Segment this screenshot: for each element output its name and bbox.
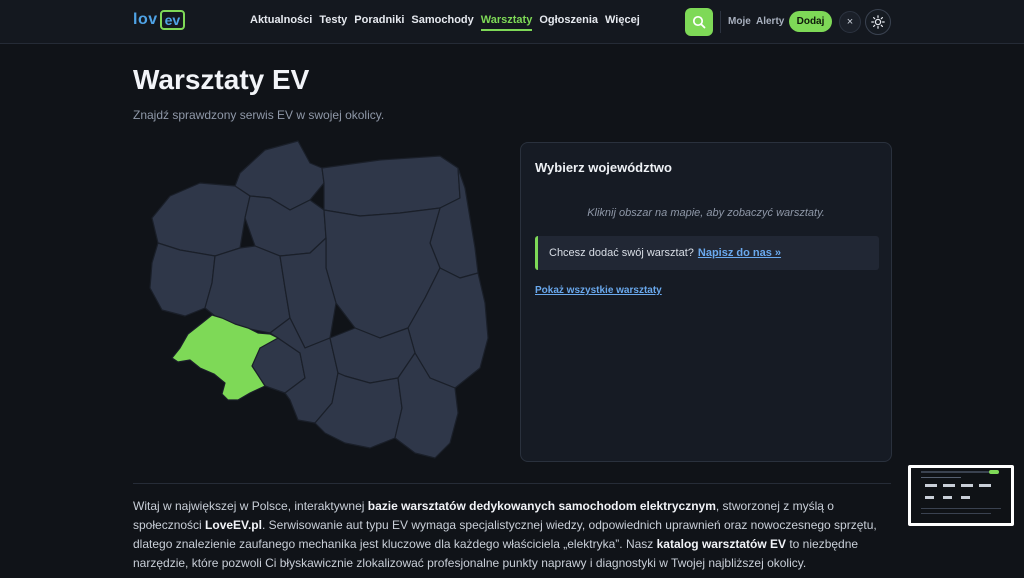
page-subtitle: Znajdź sprawdzony serwis EV w swojej oko… [133,108,385,122]
nav-item-testy[interactable]: Testy [319,14,347,31]
nav-item-wiecej[interactable]: Więcej [605,14,640,31]
region-zachodniopomorskie[interactable] [151,182,251,257]
nav-item-ogloszenia[interactable]: Ogłoszenia [539,14,598,31]
theme-toggle-button[interactable] [865,9,891,35]
region-warminsko-mazurskie[interactable] [321,155,461,217]
voivodeship-panel: Wybierz województwo Kliknij obszar na ma… [520,142,892,462]
close-button[interactable]: × [839,11,861,33]
nav-item-warsztaty[interactable]: Warsztaty [480,14,533,31]
intro-paragraph: Witaj w największej w Polsce, interaktyw… [133,497,893,573]
search-icon [692,15,706,29]
intro-bold-3: katalog warsztatów EV [656,537,786,551]
close-icon: × [846,16,854,28]
cta-text: Chcesz dodać swój warsztat? [549,247,694,259]
logo[interactable]: lov ev [133,10,186,30]
nav-item-aktualnosci[interactable]: Aktualności [250,14,312,31]
main-nav: Aktualności Testy Poradniki Samochody Wa… [250,14,640,31]
show-all-workshops-link[interactable]: Pokaż wszystkie warsztaty [535,285,662,296]
nav-item-samochody[interactable]: Samochody [411,14,473,31]
page-title: Warsztaty EV [133,64,310,95]
poland-map [149,140,489,459]
alerty-link[interactable]: Alerty [756,16,784,27]
logo-text: lov [133,11,158,28]
page-preview-thumbnail[interactable] [908,465,1014,526]
intro-text-1: Witaj w największej w Polsce, interaktyw… [133,499,368,513]
nav-item-poradniki[interactable]: Poradniki [354,14,404,31]
section-divider [133,483,891,484]
preview-image [911,468,1011,523]
intro-bold-2: LoveEV.pl [205,518,262,532]
header-divider [720,11,721,33]
panel-title: Wybierz województwo [535,160,672,175]
add-button[interactable]: Dodaj [789,11,832,32]
sun-icon [871,15,885,29]
logo-badge: ev [159,10,186,30]
panel-hint: Kliknij obszar na mapie, aby zobaczyć wa… [587,207,825,219]
top-navbar: lov ev Aktualności Testy Poradniki Samoc… [0,0,1024,44]
moje-link[interactable]: Moje [728,16,751,27]
search-button[interactable] [685,8,713,36]
add-workshop-callout: Chcesz dodać swój warsztat? Napisz do na… [535,236,879,270]
intro-bold-1: bazie warsztatów dedykowanych samochodom… [367,499,716,513]
contact-link[interactable]: Napisz do nas » [698,247,781,259]
